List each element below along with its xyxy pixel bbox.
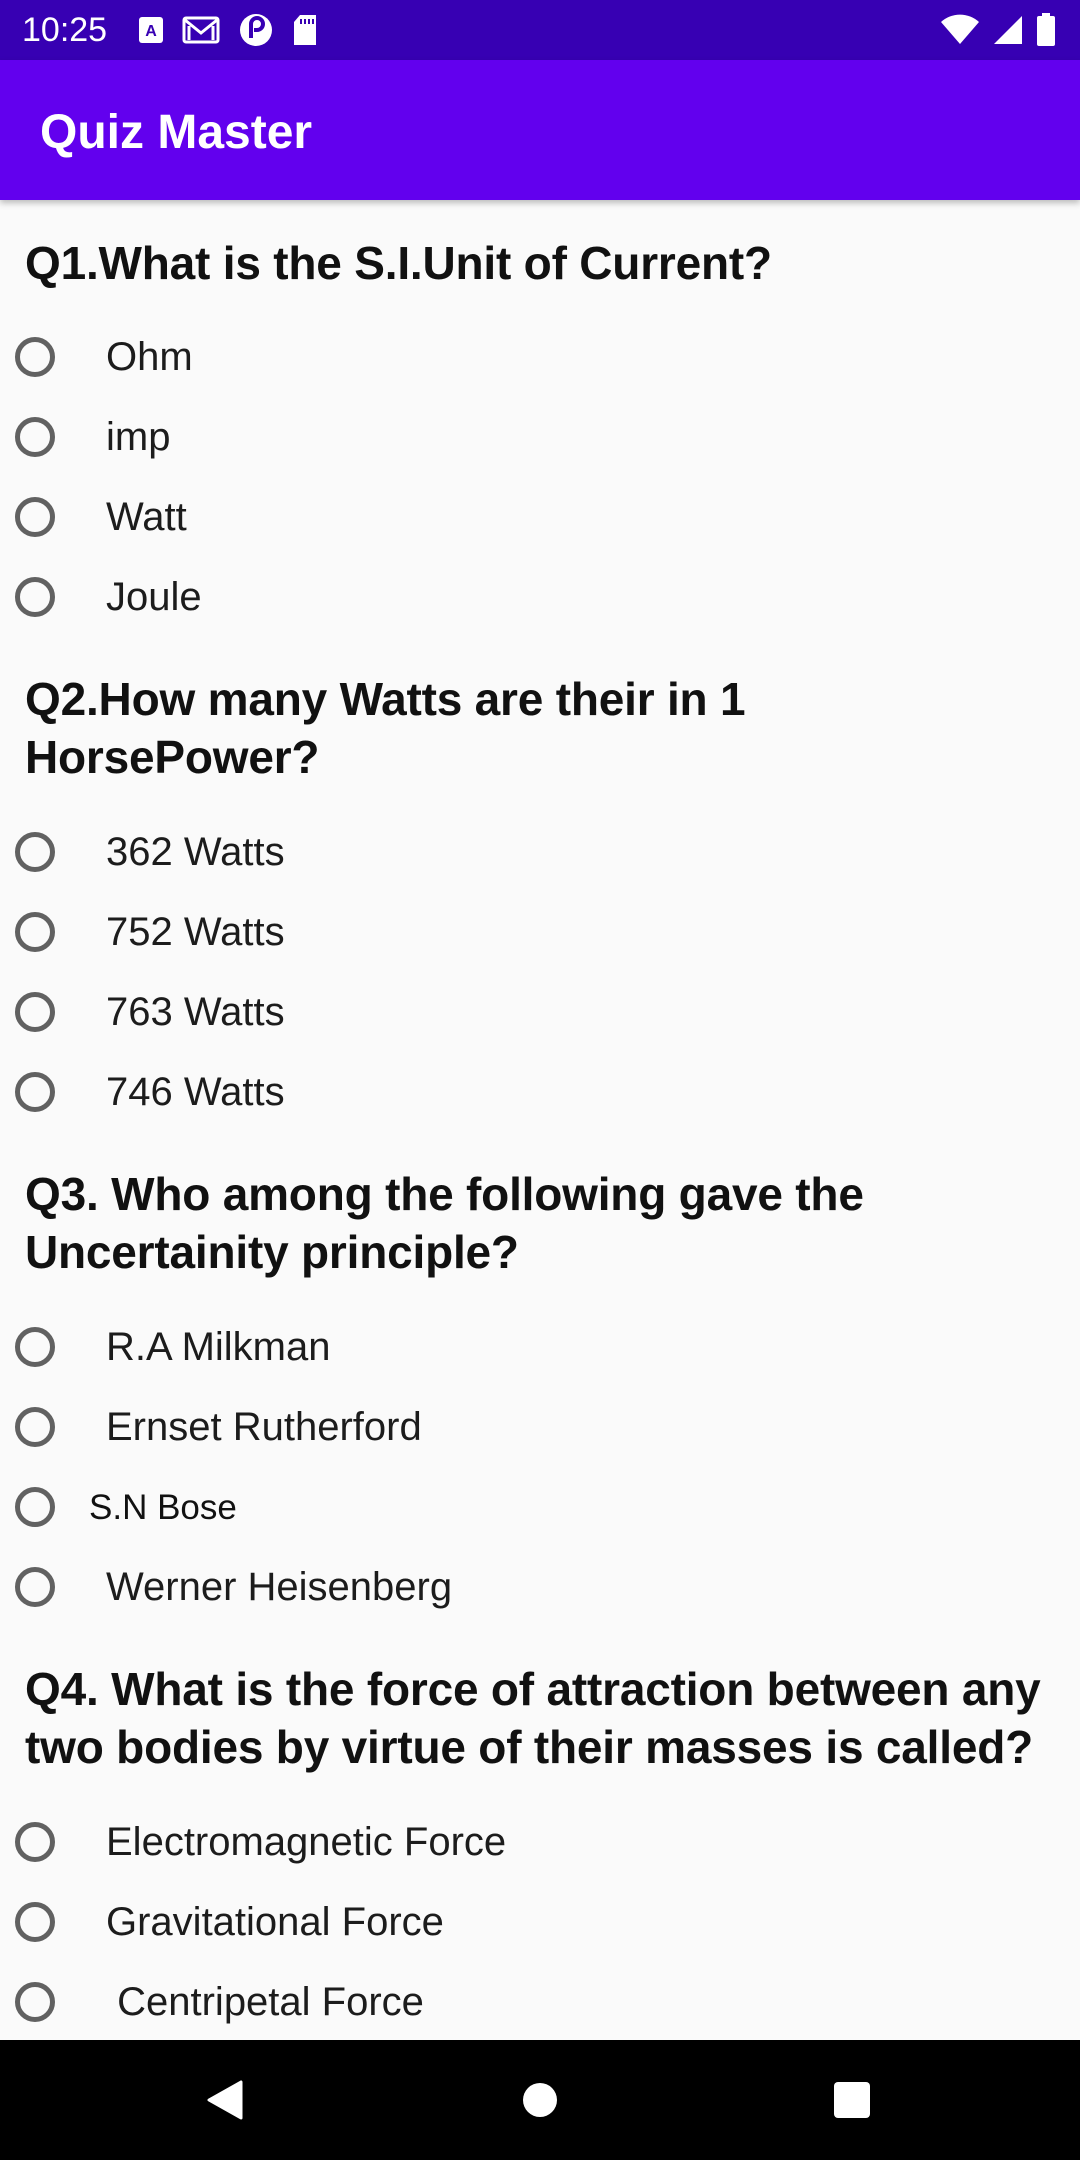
q1-option-1[interactable]: Ohm: [0, 320, 1080, 400]
radio-button[interactable]: [15, 1407, 55, 1447]
option-label: 362 Watts: [106, 830, 285, 874]
notification-icons: A: [138, 12, 318, 48]
radio-button[interactable]: [15, 1327, 55, 1367]
option-label: Ohm: [106, 335, 193, 379]
option-label: 763 Watts: [106, 990, 285, 1034]
q1-option-2[interactable]: imp: [0, 400, 1080, 480]
question-1-text: Q1.What is the S.I.Unit of Current?: [25, 237, 772, 289]
wifi-icon: [940, 14, 980, 46]
radio-button[interactable]: [15, 337, 55, 377]
option-label: R.A Milkman: [106, 1325, 331, 1369]
question-2-text: Q2.How many Watts are their in 1 HorsePo…: [25, 673, 746, 783]
radio-button[interactable]: [15, 832, 55, 872]
question-4-text: Q4. What is the force of attraction betw…: [25, 1663, 1041, 1773]
radio-button[interactable]: [15, 992, 55, 1032]
option-label: 746 Watts: [106, 1070, 285, 1114]
question-3-text: Q3. Who among the following gave the Unc…: [25, 1168, 864, 1278]
app-a-icon: A: [138, 16, 164, 44]
system-icons: [940, 10, 1056, 50]
app-title: Quiz Master: [40, 106, 313, 159]
option-label: S.N Bose: [89, 1488, 237, 1527]
home-icon: [523, 2083, 557, 2117]
q2-option-4[interactable]: 746 Watts: [0, 1055, 1080, 1135]
quiz-screen: 10:25 A Quiz Master Q1.What is the S.I.U…: [0, 0, 1080, 2160]
radio-button[interactable]: [15, 577, 55, 617]
back-button[interactable]: [185, 2060, 265, 2140]
q2-option-2[interactable]: 752 Watts: [0, 895, 1080, 975]
app-bar: Quiz Master: [0, 60, 1080, 200]
q4-option-3[interactable]: Centripetal Force: [0, 1965, 1080, 2040]
home-button[interactable]: [500, 2060, 580, 2140]
option-label: Joule: [106, 575, 202, 619]
option-label: Gravitational Force: [106, 1900, 444, 1944]
option-label: imp: [106, 415, 171, 459]
navigation-bar: [0, 2040, 1080, 2160]
q3-option-1[interactable]: R.A Milkman: [0, 1310, 1080, 1390]
q3-option-2[interactable]: Ernset Rutherford: [0, 1390, 1080, 1470]
sd-card-icon: [292, 14, 318, 46]
gmail-icon: [182, 16, 220, 44]
option-label: Ernset Rutherford: [106, 1405, 422, 1449]
battery-icon: [1036, 13, 1056, 47]
status-bar: 10:25 A: [0, 0, 1080, 60]
recents-button[interactable]: [812, 2060, 892, 2140]
option-label: Werner Heisenberg: [106, 1565, 453, 1609]
q3-option-3[interactable]: S.N Bose: [0, 1470, 1080, 1550]
radio-button[interactable]: [15, 1822, 55, 1862]
q2-option-3[interactable]: 763 Watts: [0, 975, 1080, 1055]
radio-button[interactable]: [15, 1982, 55, 2022]
q1-option-3[interactable]: Watt: [0, 480, 1080, 560]
back-icon: [207, 2080, 243, 2120]
radio-button[interactable]: [15, 912, 55, 952]
option-label: 752 Watts: [106, 910, 285, 954]
radio-button[interactable]: [15, 497, 55, 537]
option-label: Centripetal Force: [106, 1980, 424, 2024]
option-label: Electromagnetic Force: [106, 1820, 507, 1864]
svg-text:A: A: [145, 23, 157, 40]
status-time: 10:25: [22, 11, 108, 49]
q3-option-4[interactable]: Werner Heisenberg: [0, 1550, 1080, 1630]
radio-button[interactable]: [15, 1567, 55, 1607]
q2-option-1[interactable]: 362 Watts: [0, 815, 1080, 895]
radio-button[interactable]: [15, 1487, 55, 1527]
radio-button[interactable]: [15, 1072, 55, 1112]
q4-option-2[interactable]: Gravitational Force: [0, 1885, 1080, 1965]
radio-button[interactable]: [15, 1902, 55, 1942]
option-label: Watt: [106, 495, 187, 539]
q1-option-4[interactable]: Joule: [0, 560, 1080, 640]
quiz-content[interactable]: Q1.What is the S.I.Unit of Current? Ohm …: [0, 200, 1080, 2040]
pocket-casts-icon: [238, 12, 274, 48]
radio-button[interactable]: [15, 417, 55, 457]
q4-option-1[interactable]: Electromagnetic Force: [0, 1805, 1080, 1885]
recents-icon: [834, 2082, 870, 2118]
signal-icon: [992, 14, 1024, 46]
